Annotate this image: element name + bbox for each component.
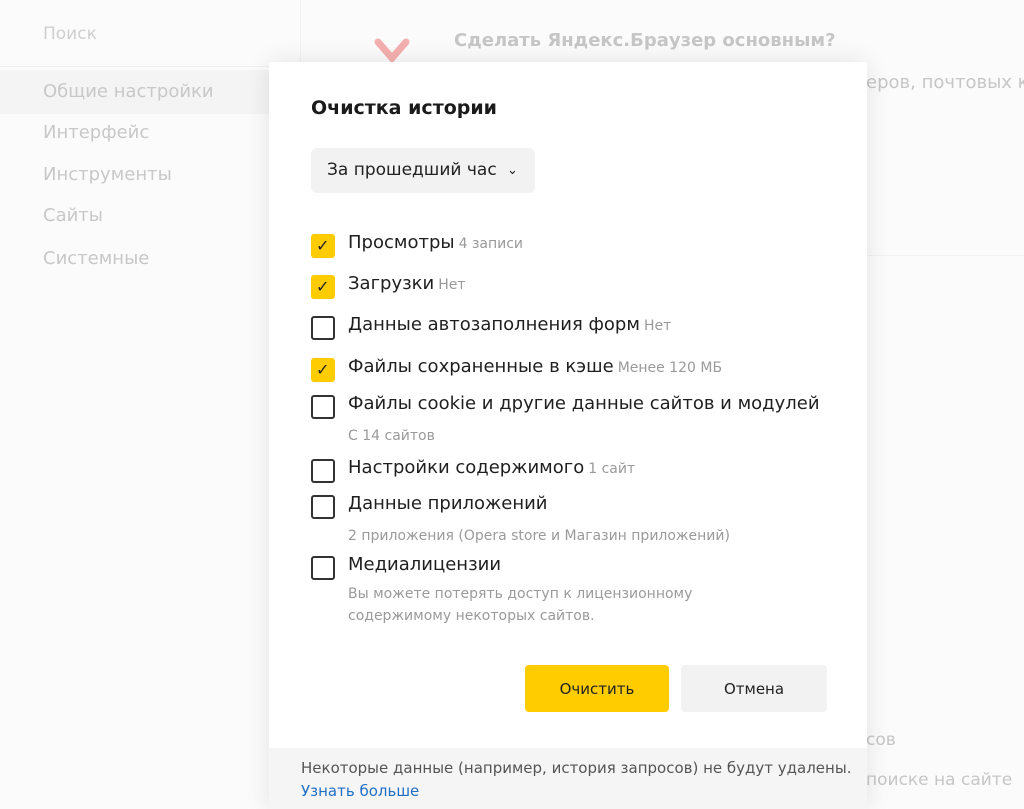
checkbox[interactable]: ✓: [311, 234, 335, 258]
settings-sidebar: Поиск Общие настройки Интерфейс Инструме…: [0, 0, 300, 809]
period-select[interactable]: За прошедший час ⌄: [311, 148, 535, 193]
background-text-fragment: сов: [866, 730, 896, 750]
checkmark-icon: ✓: [316, 360, 330, 379]
chevron-down-icon: ⌄: [507, 163, 518, 178]
checkbox[interactable]: [311, 395, 335, 419]
option-label: Настройки содержимого: [348, 457, 585, 478]
sidebar-item-sites[interactable]: Сайты: [43, 205, 103, 226]
default-browser-promo-title: Сделать Яндекс.Браузер основным?: [454, 30, 836, 51]
learn-more-link[interactable]: Узнать больше: [301, 781, 419, 802]
option-meta: Нет: [438, 277, 466, 293]
option-sub: содержимому некоторых сайтов.: [348, 608, 595, 624]
checkbox[interactable]: [311, 316, 335, 340]
option-label: Файлы cookie и другие данные сайтов и мо…: [348, 393, 820, 414]
background-text-fragment: еров, почтовых кл: [866, 72, 1024, 93]
checkbox[interactable]: ✓: [311, 358, 335, 382]
background-text-fragment: поиске на сайте: [866, 770, 1013, 790]
option-meta: Менее 120 МБ: [617, 360, 723, 376]
sidebar-item-interface[interactable]: Интерфейс: [43, 122, 149, 143]
clear-history-dialog: Очистка истории За прошедший час ⌄ ✓ Про…: [269, 62, 867, 809]
sidebar-divider: [0, 66, 300, 67]
checkmark-icon: ✓: [316, 236, 330, 255]
checkbox[interactable]: [311, 459, 335, 483]
option-meta: Нет: [643, 318, 672, 334]
option-label: Просмотры: [348, 232, 455, 253]
option-sub: 2 приложения (Opera store и Магазин прил…: [348, 528, 730, 544]
checkbox[interactable]: [311, 495, 335, 519]
dialog-title: Очистка истории: [311, 97, 497, 119]
cancel-button[interactable]: Отмена: [681, 665, 827, 712]
checkmark-icon: ✓: [316, 277, 330, 296]
dialog-footer: Некоторые данные (например, история запр…: [269, 748, 867, 809]
clear-button[interactable]: Очистить: [525, 665, 669, 712]
sidebar-item-tools[interactable]: Инструменты: [43, 164, 172, 185]
option-sub: С 14 сайтов: [348, 428, 435, 444]
sidebar-item-system[interactable]: Системные: [43, 248, 149, 269]
option-label: Файлы сохраненные в кэше: [348, 356, 614, 377]
option-label: Медиалицензии: [348, 554, 502, 575]
checkbox[interactable]: ✓: [311, 275, 335, 299]
option-label: Данные автозаполнения форм: [348, 314, 640, 335]
period-select-value: За прошедший час: [327, 160, 497, 180]
footer-note: Некоторые данные (например, история запр…: [301, 759, 852, 777]
option-meta: 1 сайт: [588, 461, 636, 477]
sidebar-item-general[interactable]: Общие настройки: [0, 70, 300, 114]
option-label: Данные приложений: [348, 493, 548, 514]
option-sub: Вы можете потерять доступ к лицензионном…: [348, 586, 693, 602]
option-meta: 4 записи: [458, 236, 524, 252]
option-label: Загрузки: [348, 273, 435, 294]
background-divider: [866, 255, 1024, 256]
checkbox[interactable]: [311, 556, 335, 580]
settings-search-input[interactable]: Поиск: [43, 24, 97, 44]
